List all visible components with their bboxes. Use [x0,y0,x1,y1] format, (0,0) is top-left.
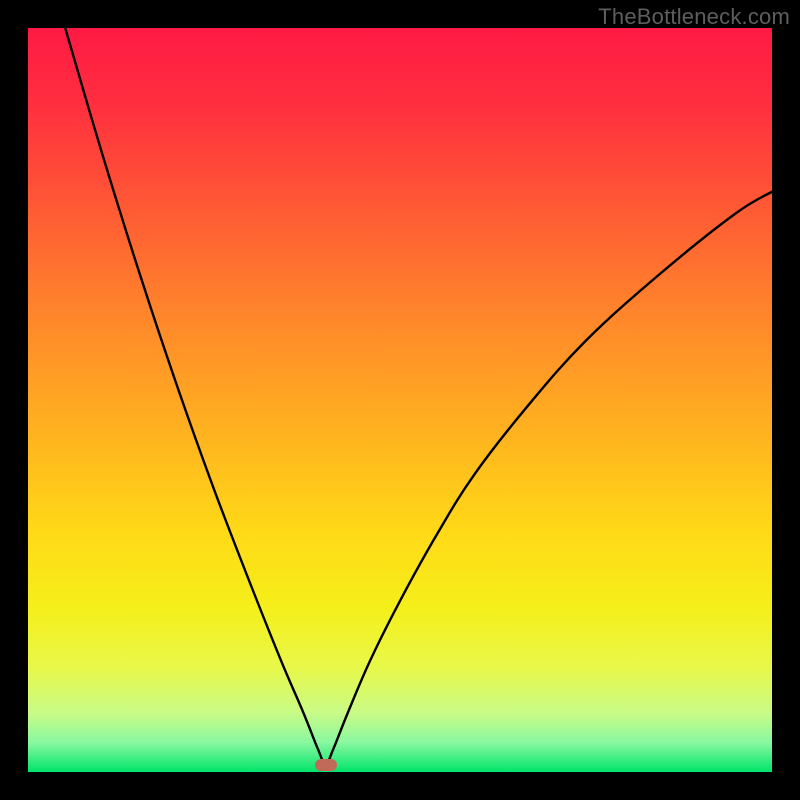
watermark-text: TheBottleneck.com [598,4,790,30]
plot-area [28,28,772,772]
curve-line [28,28,772,772]
chart-frame: TheBottleneck.com [0,0,800,800]
minimum-marker [315,759,337,771]
